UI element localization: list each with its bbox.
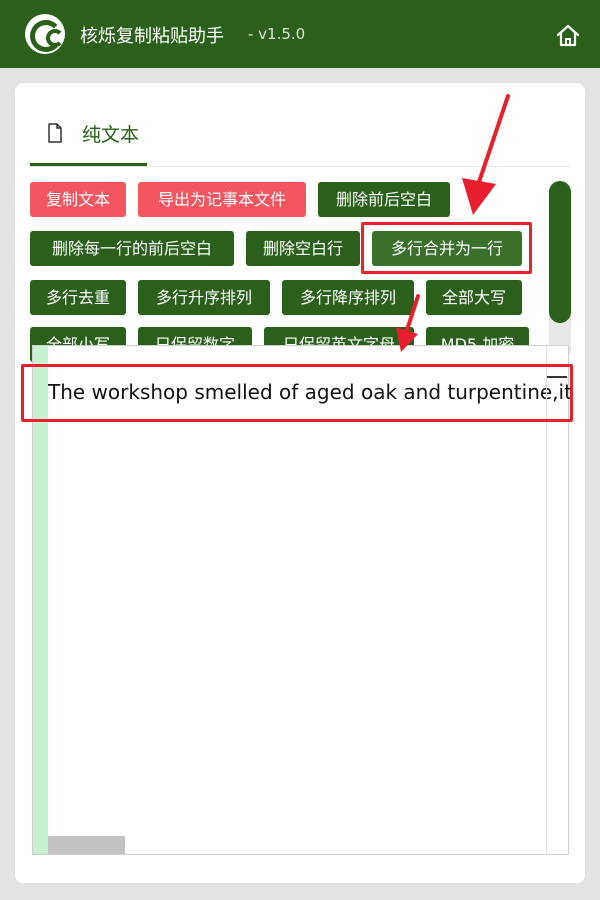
annotation-arrowhead-icon	[462, 178, 496, 215]
app-window: 核烁复制粘贴助手 - v1.5.0 纯文本 复制文本 导出为记事本文件 删除前后…	[0, 0, 600, 900]
annotation-arrow-icon	[476, 94, 510, 187]
annotation-arrowhead-icon	[396, 327, 418, 352]
annotation-arrow-icon	[405, 294, 420, 332]
annotation-arrows	[396, 94, 510, 352]
